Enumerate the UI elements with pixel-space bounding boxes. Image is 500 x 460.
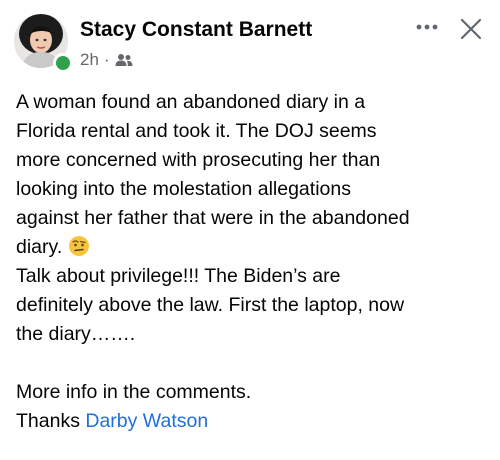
post-text-line: the diary……. bbox=[16, 323, 136, 345]
mention-link[interactable]: Darby Watson bbox=[85, 410, 208, 432]
post-text-line-with-mention: Thanks Darby Watson bbox=[16, 407, 494, 436]
post-text-line: More info in the comments. bbox=[16, 381, 252, 403]
close-icon bbox=[460, 18, 482, 40]
author-name[interactable]: Stacy Constant Barnett bbox=[80, 18, 312, 42]
post-text-line: looking into the molestation allegations bbox=[16, 178, 351, 200]
online-status-indicator bbox=[53, 53, 73, 73]
post-text-line: more concerned with prosecuting her than bbox=[16, 149, 381, 171]
meta-separator: · bbox=[103, 50, 110, 69]
more-options-button[interactable] bbox=[410, 14, 444, 40]
post-meta: 2h · bbox=[80, 50, 133, 70]
post-text-segment: Thanks bbox=[16, 410, 86, 432]
post-text-line: Talk about privilege!!! The Biden’s are bbox=[16, 265, 341, 287]
post-card: Stacy Constant Barnett 2h · A woman foun… bbox=[0, 0, 500, 460]
more-options-icon bbox=[416, 24, 438, 30]
post-text-line: A woman found an abandoned diary in a bbox=[16, 91, 366, 113]
post-text-line: definitely above the law. First the lapt… bbox=[16, 294, 405, 316]
friends-icon bbox=[115, 54, 133, 66]
post-text-line: Florida rental and took it. The DOJ seem… bbox=[16, 120, 377, 142]
face-with-raised-eyebrow-emoji bbox=[69, 236, 90, 256]
post-text-segment: diary. bbox=[16, 236, 63, 258]
close-button[interactable] bbox=[456, 14, 486, 44]
post-text-line: against her father that were in the aban… bbox=[16, 207, 410, 229]
post-text-line-with-emoji: diary. bbox=[16, 233, 494, 262]
post-body: A woman found an abandoned diary in a Fl… bbox=[16, 88, 494, 436]
post-timestamp[interactable]: 2h bbox=[80, 50, 99, 70]
